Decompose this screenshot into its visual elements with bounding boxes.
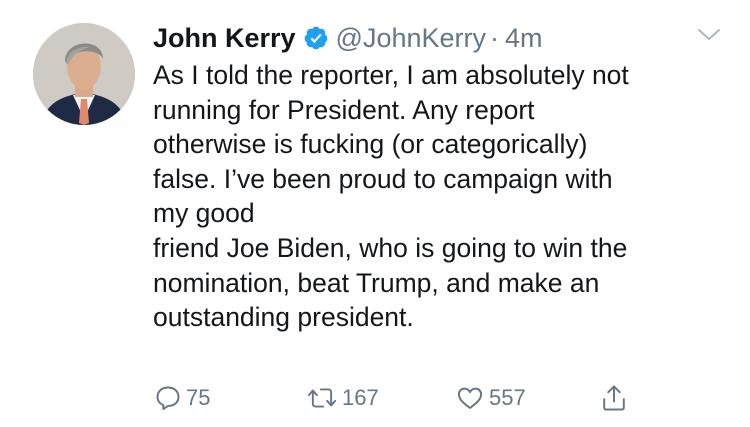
tweet-text-line: As I told the reporter, I am absolutely … xyxy=(153,60,629,90)
tweet-text-line: otherwise is fucking (or categorically) xyxy=(153,129,588,160)
tweet-text-line: false. I’ve been proud to campaign with xyxy=(153,163,613,194)
tweet-text: As I told the reporter, I am absolutely … xyxy=(153,58,733,335)
reply-bubble-icon xyxy=(154,384,182,412)
retweet-button[interactable]: 167 xyxy=(306,378,379,418)
author-name[interactable]: John Kerry xyxy=(153,23,296,54)
tweet-text-line: running for President. Any report xyxy=(153,94,535,125)
avatar[interactable] xyxy=(33,23,135,125)
share-button[interactable] xyxy=(600,378,628,418)
retweet-count: 167 xyxy=(342,385,379,410)
retweet-icon xyxy=(306,384,338,412)
reply-button[interactable]: 75 xyxy=(154,378,210,418)
like-count: 557 xyxy=(489,385,526,410)
tweet-text-line: friend Joe Biden, who is going to win th… xyxy=(153,232,628,263)
like-button[interactable]: 557 xyxy=(455,378,526,418)
tweet-text-line: nomination, beat Trump, and make an xyxy=(153,267,600,298)
tweet-card: John Kerry @JohnKerry · 4m As I told the… xyxy=(0,0,750,427)
heart-icon xyxy=(455,384,485,412)
tweet-timestamp[interactable]: 4m xyxy=(505,23,543,54)
chevron-down-icon[interactable] xyxy=(697,26,721,44)
share-upload-icon xyxy=(600,383,628,413)
reply-count: 75 xyxy=(186,385,211,410)
tweet-text-line: outstanding president. xyxy=(153,302,414,333)
tweet-header: John Kerry @JohnKerry · 4m xyxy=(153,20,543,56)
meta-separator: · xyxy=(490,22,500,53)
author-handle[interactable]: @JohnKerry xyxy=(336,23,486,54)
tweet-text-line: my good xyxy=(153,198,255,229)
verified-badge-icon xyxy=(303,25,329,51)
avatar-portrait-icon xyxy=(33,23,135,125)
tweet-actions: 75 167 557 xyxy=(0,378,750,418)
